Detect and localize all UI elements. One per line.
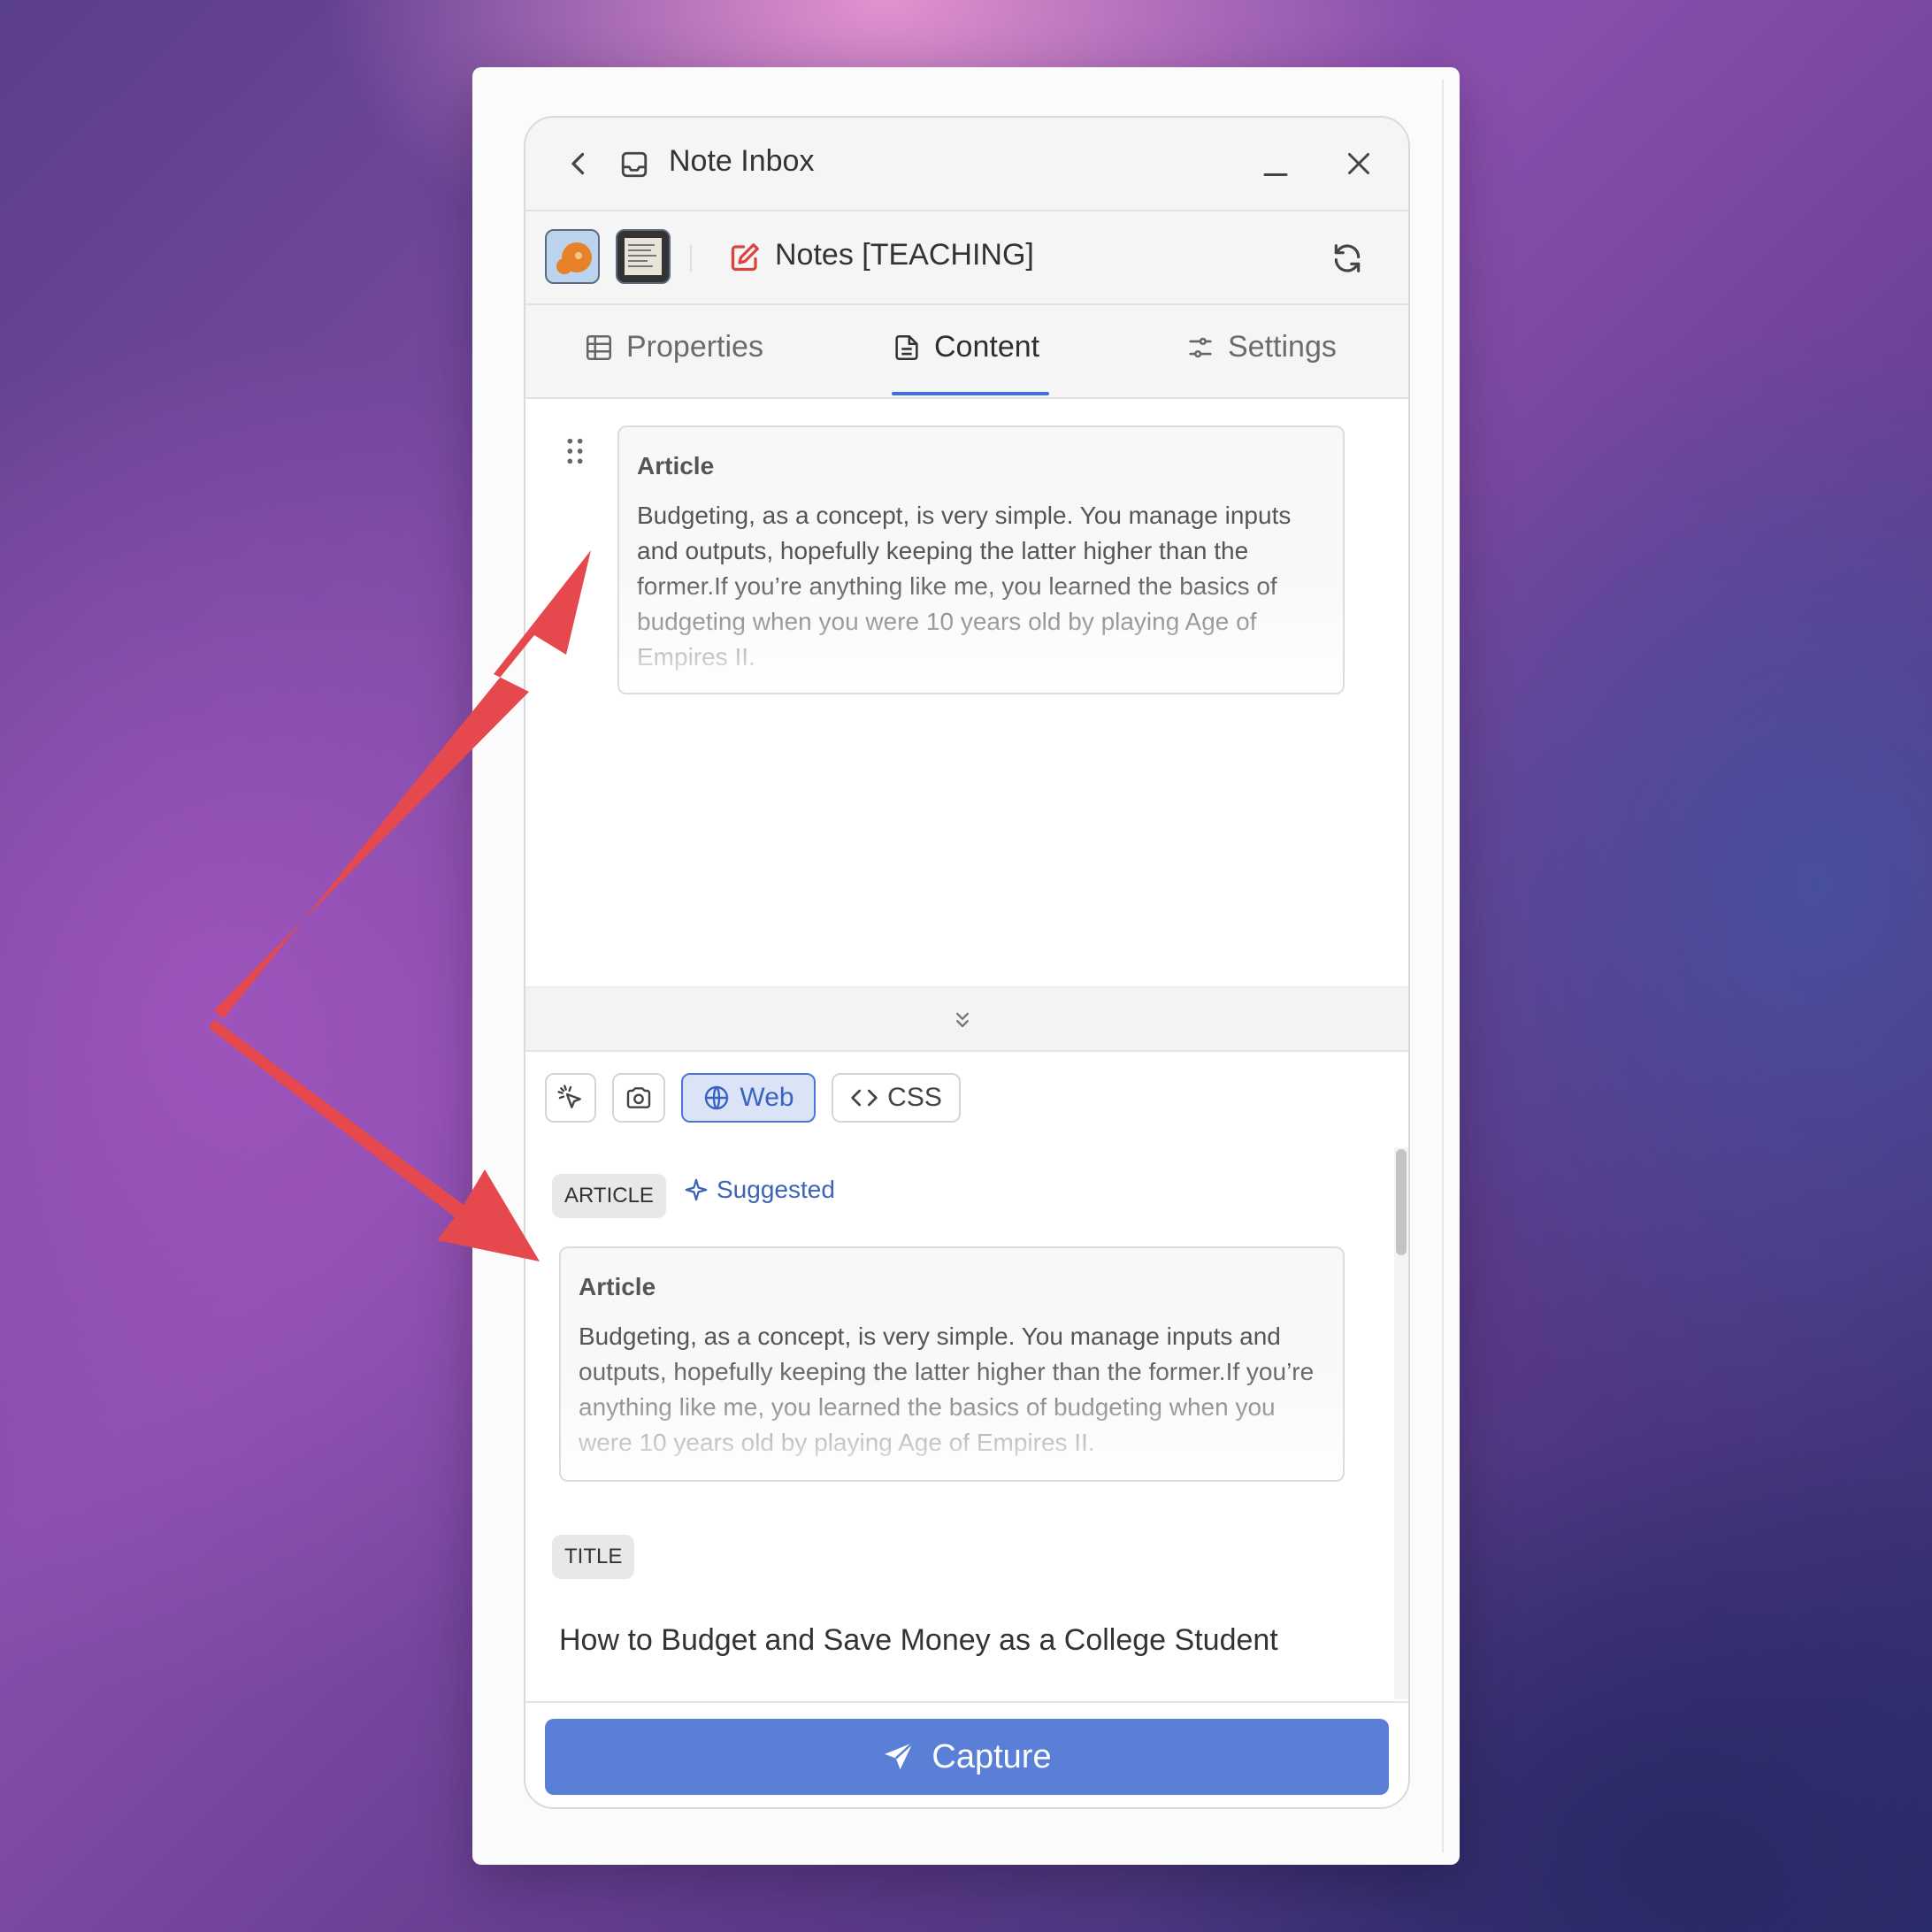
sparkle-icon — [685, 1178, 708, 1201]
inbox-icon — [621, 151, 648, 178]
css-button-label: CSS — [887, 1083, 942, 1112]
tab-label: Content — [934, 330, 1040, 364]
drag-handle-icon[interactable] — [566, 436, 584, 466]
document-icon — [895, 334, 918, 360]
globe-icon — [705, 1085, 729, 1110]
content-block-heading: Article — [637, 452, 715, 479]
capture-button[interactable]: Capture — [545, 1719, 1389, 1795]
page-thumbnail[interactable] — [616, 229, 671, 284]
tab-properties[interactable]: Properties — [584, 330, 763, 364]
content-block-card[interactable]: Article Budgeting, as a concept, is very… — [617, 426, 1345, 694]
workspace-avatar[interactable] — [545, 229, 600, 284]
scrollbar-thumb[interactable] — [1396, 1149, 1407, 1255]
tab-label: Properties — [626, 330, 763, 364]
tab-bar: Properties Content Settings — [525, 305, 1408, 399]
select-element-button[interactable] — [545, 1073, 596, 1123]
table-icon — [586, 334, 612, 360]
capture-label: Capture — [932, 1737, 1052, 1775]
notes-row: Notes [TEACHING] — [525, 211, 1408, 305]
separator — [690, 245, 692, 272]
fade-overlay — [561, 1356, 1343, 1480]
tab-settings[interactable]: Settings — [1185, 330, 1337, 364]
article-badge: ARTICLE — [552, 1174, 666, 1218]
send-icon — [885, 1742, 915, 1770]
sliders-icon — [1189, 337, 1212, 357]
title-badge: TITLE — [552, 1535, 635, 1579]
cursor-click-icon — [557, 1085, 581, 1108]
tab-label: Settings — [1228, 330, 1337, 364]
content-area: Article Budgeting, as a concept, is very… — [525, 399, 1408, 986]
web-button-label: Web — [740, 1083, 794, 1112]
active-tab-indicator — [892, 392, 1049, 395]
screenshot-button[interactable] — [612, 1073, 665, 1123]
minimize-icon[interactable] — [1260, 150, 1292, 181]
panel-title: Note Inbox — [669, 144, 815, 178]
capture-bar: Capture — [525, 1701, 1408, 1807]
fade-overlay — [619, 569, 1343, 693]
refresh-icon[interactable] — [1330, 242, 1364, 275]
close-icon[interactable] — [1343, 148, 1375, 180]
tab-content[interactable]: Content — [892, 330, 1039, 364]
capture-source-area: Web CSS ARTICLE Suggested Article Budget… — [525, 1052, 1408, 1699]
panel-header: Note Inbox — [525, 118, 1408, 211]
camera-icon — [626, 1087, 651, 1108]
chevrons-down-icon — [956, 1012, 969, 1028]
title-value[interactable]: How to Budget and Save Money as a Colleg… — [559, 1623, 1278, 1658]
web-button[interactable]: Web — [681, 1073, 816, 1123]
code-icon — [851, 1089, 878, 1107]
target-page-title[interactable]: Notes [TEACHING] — [775, 238, 1034, 272]
frame-edge — [1442, 80, 1444, 1852]
app-window-frame: Note Inbox Notes [TEACHING] Properties C… — [472, 67, 1460, 1865]
css-button[interactable]: CSS — [832, 1073, 961, 1123]
back-arrow-icon[interactable] — [563, 148, 594, 180]
edit-icon — [731, 243, 759, 272]
article-preview-card[interactable]: Article Budgeting, as a concept, is very… — [559, 1246, 1345, 1482]
note-inbox-panel: Note Inbox Notes [TEACHING] Properties C… — [524, 116, 1410, 1809]
suggested-text: Suggested — [717, 1176, 835, 1203]
collapse-toggle[interactable] — [525, 986, 1408, 1052]
article-preview-heading: Article — [579, 1273, 656, 1300]
suggested-label: Suggested — [683, 1176, 835, 1204]
